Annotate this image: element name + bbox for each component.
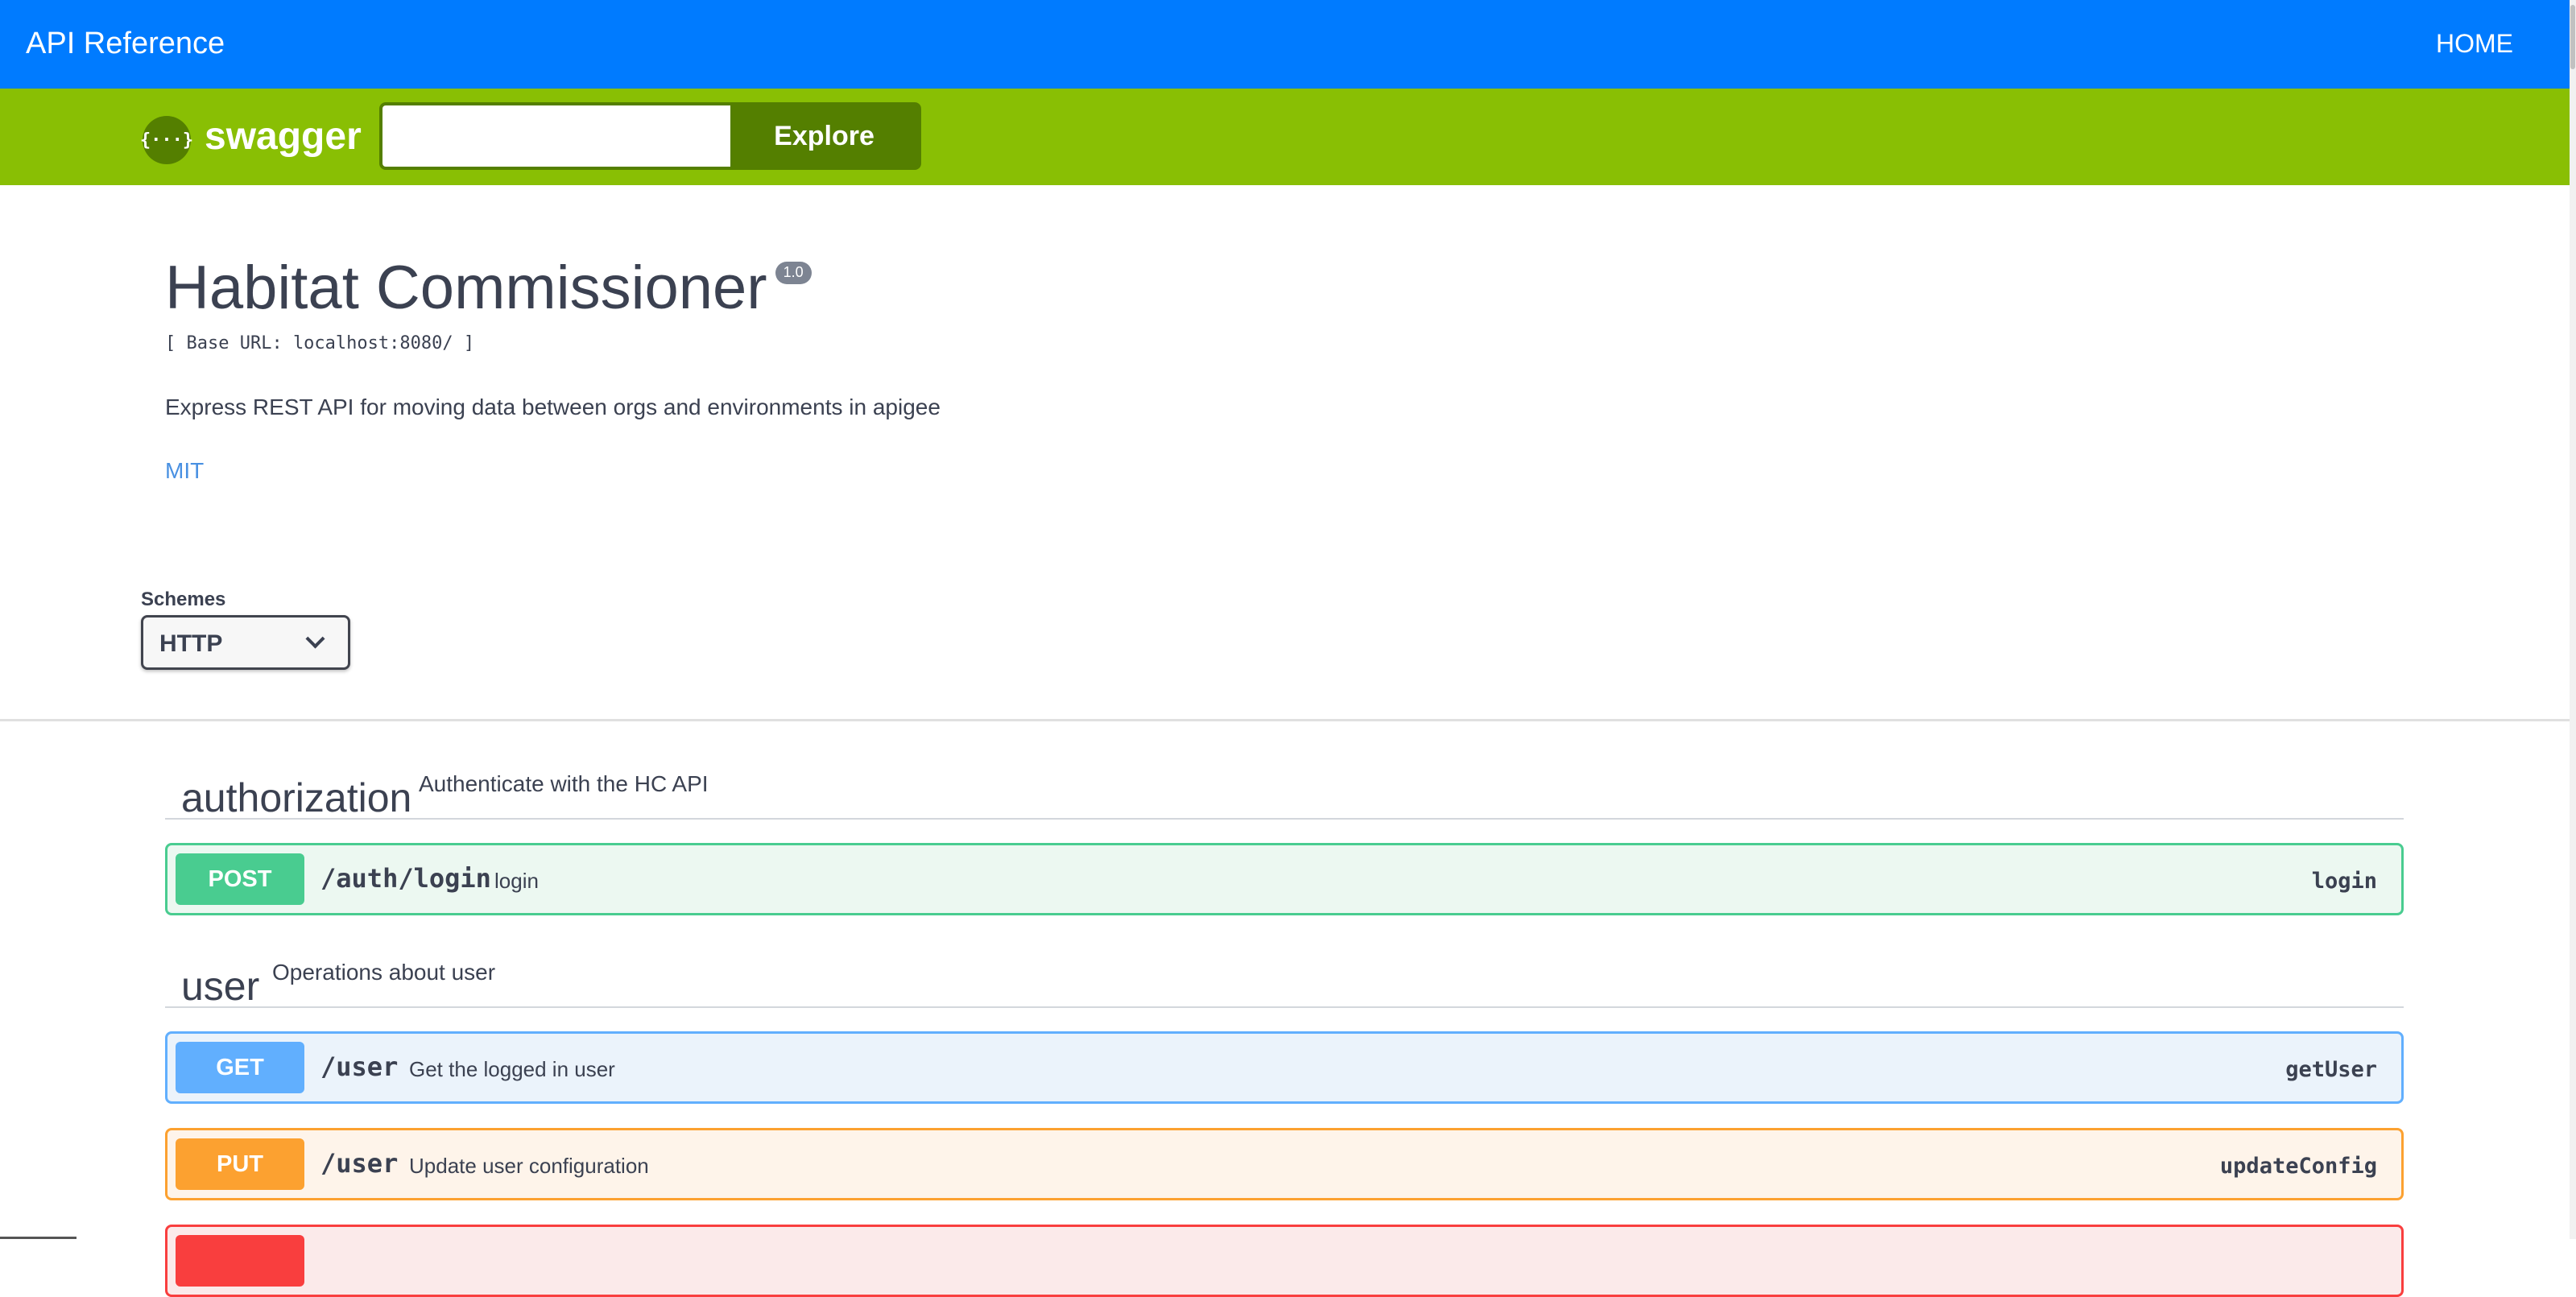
operation-path: /user [320, 1148, 399, 1179]
tag-description: Operations about user [272, 960, 496, 985]
operation-summary: Get the logged in user [409, 1057, 615, 1081]
base-url: [ Base URL: localhost:8080/ ] [165, 333, 475, 353]
explore-form: Explore [379, 102, 921, 170]
method-badge: POST [176, 853, 304, 905]
swagger-logo-icon[interactable]: {···} [140, 116, 193, 164]
api-description: Express REST API for moving data between… [165, 394, 941, 419]
swagger-logo-text[interactable]: swagger [205, 114, 362, 159]
app-title: API Reference [26, 27, 225, 60]
api-info: Habitat Commissioner 1.0 [165, 258, 812, 319]
tag-header-authorization[interactable]: authorization Authenticate with the HC A… [165, 758, 2404, 820]
tag-name: user [181, 964, 260, 1009]
method-badge [176, 1235, 304, 1287]
method-badge: PUT [176, 1138, 304, 1190]
api-title-text: Habitat Commissioner [165, 254, 767, 322]
schemes-label: Schemes [141, 589, 226, 610]
tag-header-user[interactable]: user Operations about user [165, 947, 2404, 1009]
swagger-topbar: {···} swagger Explore [0, 89, 2570, 185]
scrollbar-thumb[interactable] [2570, 5, 2575, 69]
schemes-select[interactable]: HTTP [141, 615, 350, 670]
license-link[interactable]: MIT [165, 458, 204, 484]
operation-id: getUser [2285, 1057, 2377, 1082]
schemes-selected-value: HTTP [159, 630, 223, 657]
method-badge: GET [176, 1042, 304, 1093]
operation-id: login [2311, 869, 2377, 894]
version-badge: 1.0 [775, 262, 812, 284]
page-scrollbar[interactable] [2570, 0, 2576, 1239]
operation-id: updateConfig [2219, 1154, 2377, 1179]
operation-path: /user [320, 1051, 399, 1082]
api-title: Habitat Commissioner 1.0 [165, 258, 812, 319]
opblock-put-user[interactable]: PUT /user Update user configuration upda… [165, 1128, 2404, 1200]
operation-summary: login [494, 869, 539, 893]
tag-description: Authenticate with the HC API [419, 771, 709, 796]
opblock-delete-partial[interactable] [165, 1225, 2404, 1297]
chevron-down-icon [305, 629, 325, 649]
home-link[interactable]: HOME [2436, 29, 2513, 59]
top-navbar: API Reference HOME [0, 0, 2570, 89]
operation-summary: Update user configuration [409, 1154, 649, 1178]
operation-path: /auth/login [320, 863, 491, 894]
tag-name: authorization [181, 775, 412, 820]
section-divider [0, 719, 2570, 721]
explore-button[interactable]: Explore [730, 105, 918, 167]
opblock-post-auth-login[interactable]: POST /auth/login login login [165, 843, 2404, 915]
opblock-get-user[interactable]: GET /user Get the logged in user getUser [165, 1031, 2404, 1104]
spec-url-input[interactable] [382, 105, 730, 167]
